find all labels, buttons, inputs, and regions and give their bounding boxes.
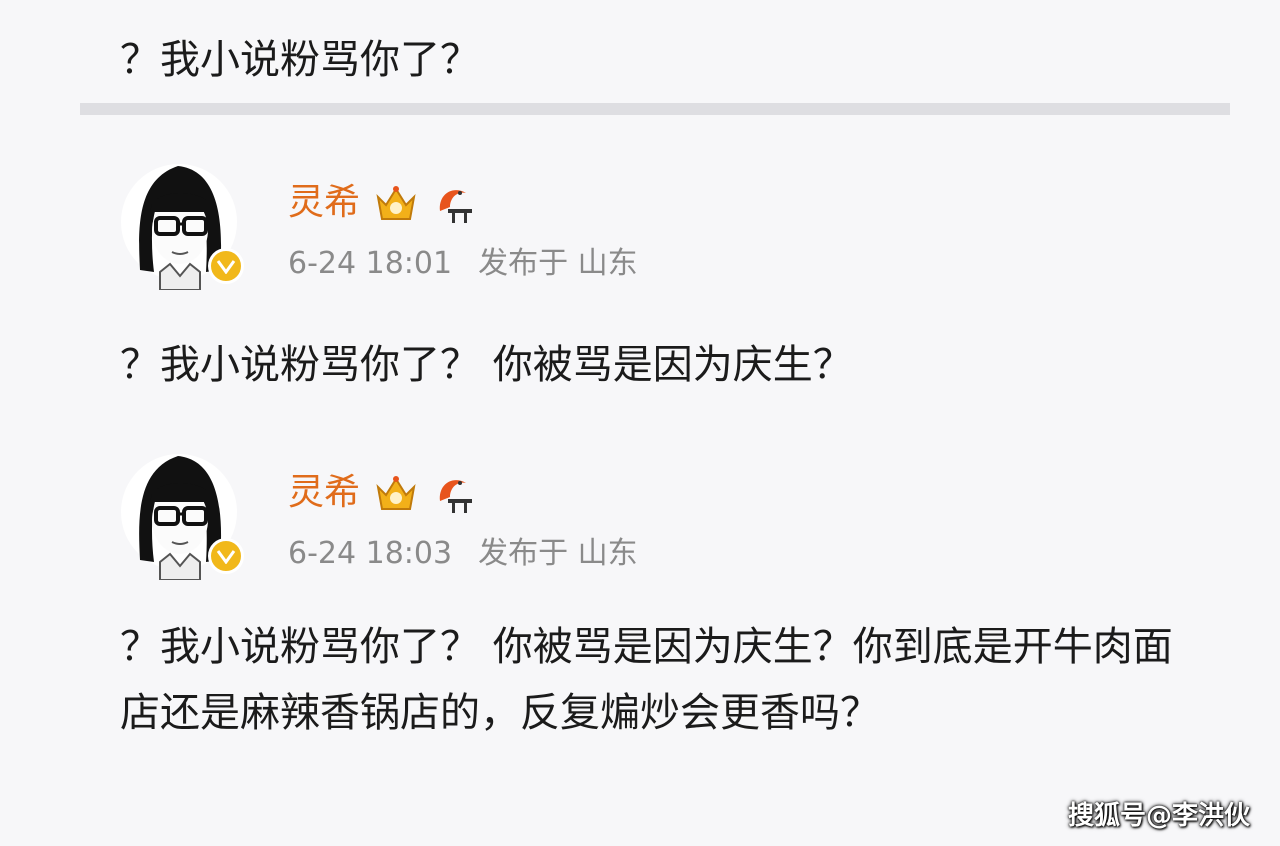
name-row: 灵希 [288,178,476,228]
username-link[interactable]: 灵希 [288,178,360,228]
shrimp-badge-icon[interactable] [432,181,476,225]
post-time: 6-24 18:01 [288,246,453,281]
post-meta: 6-24 18:03 发布于 山东 [288,532,638,576]
post-text: ？我小说粉骂你了？ 你被骂是因为庆生？你到底是开牛肉面店还是麻辣香锅店的，反复煸… [120,624,1173,736]
post-text: ？我小说粉骂你了？ 你被骂是因为庆生？ [120,342,853,388]
avatar[interactable] [120,160,244,291]
post-location: 发布于 山东 [478,536,638,571]
shrimp-badge-icon[interactable] [432,471,476,515]
avatar[interactable] [120,450,244,581]
crown-badge-icon[interactable] [374,471,418,515]
post-location: 发布于 山东 [478,246,638,281]
username-link[interactable]: 灵希 [288,468,360,518]
verified-icon [208,538,244,574]
post-time: 6-24 18:03 [288,536,453,571]
post-meta: 6-24 18:01 发布于 山东 [288,242,638,286]
top-comment-text: ？我小说粉骂你了？ [120,37,480,83]
divider [80,103,1230,115]
crown-badge-icon[interactable] [374,181,418,225]
watermark: 搜狐号@李洪伙 [1067,801,1250,831]
name-row: 灵希 [288,468,476,518]
verified-icon [208,248,244,284]
